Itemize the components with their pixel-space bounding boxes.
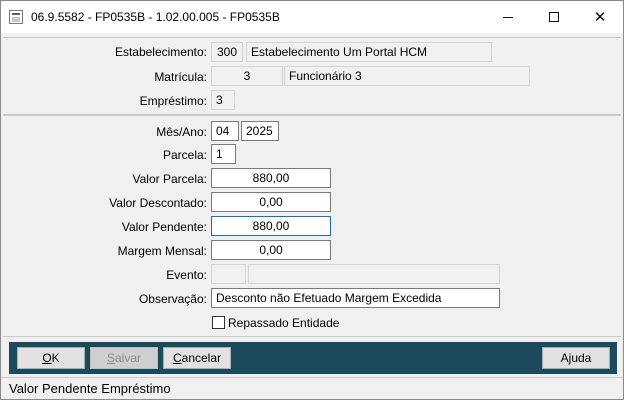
estabelecimento-code-field: 300 bbox=[211, 42, 243, 62]
salvar-button[interactable]: Salvar bbox=[90, 347, 158, 369]
dialog-window: 06.9.5582 - FP0535B - 1.02.00.005 - FP05… bbox=[0, 0, 624, 400]
emprestimo-label: Empréstimo: bbox=[139, 94, 207, 108]
close-button[interactable]: ✕ bbox=[577, 1, 623, 33]
margem-mensal-label: Margem Mensal: bbox=[117, 244, 207, 258]
evento-code-field bbox=[211, 264, 246, 284]
status-bar: Valor Pendente Empréstimo bbox=[1, 377, 623, 399]
ok-button[interactable]: OK bbox=[17, 347, 85, 369]
app-icon bbox=[9, 10, 23, 24]
minimize-icon bbox=[503, 16, 513, 18]
cancelar-button[interactable]: Cancelar bbox=[163, 347, 231, 369]
parcela-label: Parcela: bbox=[162, 148, 207, 162]
valor-pendente-label: Valor Pendente: bbox=[121, 220, 207, 234]
salvar-label: alvar bbox=[115, 351, 142, 365]
evento-name-field bbox=[248, 264, 500, 284]
ok-mnemonic: O bbox=[42, 351, 52, 365]
estabelecimento-name-field: Estabelecimento Um Portal HCM bbox=[246, 42, 492, 62]
maximize-icon bbox=[549, 12, 559, 22]
mes-ano-label: Mês/Ano: bbox=[156, 125, 207, 139]
matricula-label: Matrícula: bbox=[154, 70, 207, 84]
salvar-mnemonic: S bbox=[106, 351, 115, 365]
button-bar: OK Salvar Cancelar Aj uda bbox=[9, 342, 617, 374]
margem-mensal-field[interactable]: 0,00 bbox=[211, 240, 331, 260]
status-text: Valor Pendente Empréstimo bbox=[9, 381, 171, 396]
emprestimo-field: 3 bbox=[211, 90, 235, 110]
matricula-name-field: Funcionário 3 bbox=[284, 66, 530, 86]
ok-label: K bbox=[51, 351, 60, 365]
valor-descontado-field[interactable]: 0,00 bbox=[211, 192, 331, 212]
ano-field[interactable]: 2025 bbox=[241, 121, 279, 141]
valor-parcela-field[interactable]: 880,00 bbox=[211, 168, 331, 188]
observacao-label: Observação: bbox=[138, 292, 207, 306]
ajuda-label: uda bbox=[571, 351, 592, 365]
valor-descontado-label: Valor Descontado: bbox=[109, 196, 207, 210]
mes-field[interactable]: 04 bbox=[211, 121, 239, 141]
parcela-field[interactable]: 1 bbox=[211, 144, 236, 164]
title-bar[interactable]: 06.9.5582 - FP0535B - 1.02.00.005 - FP05… bbox=[1, 1, 623, 33]
valor-pendente-field[interactable]: 880,00 bbox=[211, 216, 331, 236]
cancelar-label: ancelar bbox=[181, 351, 222, 365]
ajuda-label-pre: A bbox=[560, 351, 569, 365]
estabelecimento-label: Estabelecimento: bbox=[114, 45, 207, 59]
observacao-field[interactable]: Desconto não Efetuado Margem Excedida bbox=[211, 288, 500, 308]
minimize-button[interactable] bbox=[485, 1, 531, 33]
valor-parcela-label: Valor Parcela: bbox=[132, 172, 207, 186]
maximize-button[interactable] bbox=[531, 1, 577, 33]
close-icon: ✕ bbox=[593, 7, 607, 26]
window-title: 06.9.5582 - FP0535B - 1.02.00.005 - FP05… bbox=[31, 10, 280, 24]
repassado-checkbox[interactable] bbox=[212, 316, 225, 329]
matricula-code-field: 3 bbox=[211, 66, 283, 86]
repassado-label: Repassado Entidade bbox=[228, 316, 340, 330]
evento-label: Evento: bbox=[166, 268, 207, 282]
cancelar-mnemonic: C bbox=[172, 351, 182, 365]
ajuda-button[interactable]: Aj uda bbox=[542, 347, 610, 369]
